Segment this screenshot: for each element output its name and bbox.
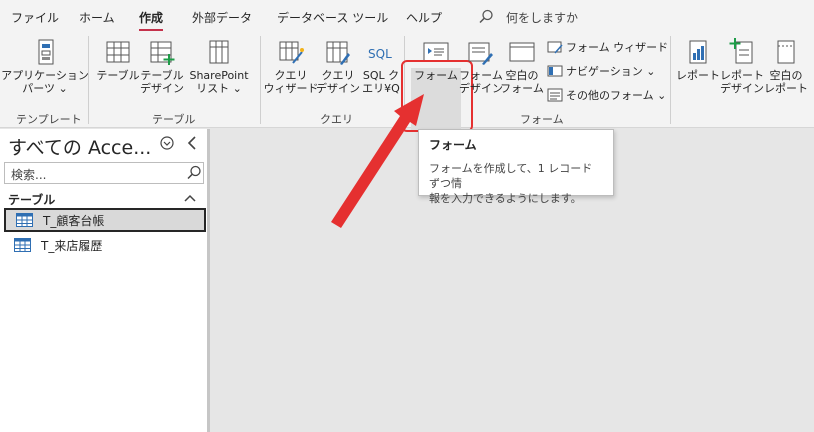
query-wizard-icon [279, 41, 304, 64]
report-design-button[interactable]: レポート デザイン [720, 38, 764, 95]
table-icon [14, 238, 31, 252]
more-forms-label: その他のフォーム ⌄ [566, 89, 667, 102]
nav-pane-title[interactable]: すべての Acce... [8, 133, 151, 160]
tooltip-description-2: 報を入力できるようにします。 [429, 192, 582, 205]
query-design-label-1: クエリ [321, 69, 355, 82]
blank-form-label-1: 空白の [505, 69, 539, 82]
sql-query-label-1: SQL ク [362, 69, 400, 82]
form-wizard-button[interactable]: フォーム ウィザード [547, 39, 668, 55]
form-design-label-1: フォーム [459, 69, 503, 82]
tooltip-title: フォーム [429, 138, 477, 152]
navigation-button[interactable]: ナビゲーション ⌄ [547, 63, 656, 79]
ribbon-create: アプリケーション パーツ ⌄ テンプレート テーブル テーブル デザイン Sha… [0, 32, 814, 132]
sharepoint-list-icon [209, 40, 229, 64]
nav-group-tables[interactable]: テーブル [8, 191, 55, 208]
sql-query-label-2: エリ¥Q [362, 82, 400, 95]
form-wizard-label: フォーム ウィザード [566, 41, 669, 54]
table-design-label-2: デザイン [140, 82, 184, 95]
table-design-button[interactable]: テーブル デザイン [140, 38, 184, 95]
table-label: テーブル [96, 69, 140, 82]
group-label-tables: テーブル [152, 113, 196, 126]
table-icon [106, 41, 130, 63]
blank-report-button[interactable]: 空白の レポート [764, 38, 808, 95]
more-forms-icon [547, 88, 563, 102]
group-separator [260, 36, 261, 124]
form-wizard-icon [547, 41, 563, 54]
application-parts-label-2: パーツ ⌄ [22, 82, 68, 95]
search-icon[interactable] [478, 9, 494, 25]
nav-search-input[interactable]: 検索... [4, 162, 204, 184]
tooltip-description-1: フォームを作成して、1 レコードずつ情 [429, 162, 593, 190]
blank-form-button[interactable]: 空白の フォーム [500, 38, 544, 95]
tab-external-data[interactable]: 外部データ [192, 9, 252, 26]
table-button[interactable]: テーブル [96, 38, 140, 82]
form-design-icon [468, 42, 493, 65]
report-button[interactable]: レポート [676, 38, 720, 82]
query-wizard-button[interactable]: クエリ ウィザード [263, 38, 319, 95]
chevron-up-icon[interactable] [184, 193, 196, 203]
application-parts-button[interactable]: アプリケーション パーツ ⌄ [1, 38, 89, 95]
report-label: レポート [676, 69, 720, 82]
report-design-label-2: デザイン [720, 82, 764, 95]
blank-form-icon [509, 42, 535, 62]
tab-database-tools[interactable]: データベース ツール [277, 9, 388, 26]
form-design-label-2: デザイン [459, 82, 503, 95]
sharepoint-list-button[interactable]: SharePoint リスト ⌄ [186, 38, 252, 95]
query-design-icon [326, 41, 350, 65]
report-icon [689, 40, 707, 64]
group-label-queries: クエリ [320, 113, 353, 126]
tab-home[interactable]: ホーム [79, 9, 115, 26]
nav-item-label: T_顧客台帳 [43, 213, 105, 228]
nav-item-t-customer-ledger[interactable]: T_顧客台帳 [4, 208, 206, 232]
group-label-templates: テンプレート [16, 113, 82, 126]
nav-item-label: T_来店履歴 [41, 238, 103, 253]
blank-report-label-1: 空白の [769, 69, 803, 82]
blank-report-label-2: レポート [764, 82, 808, 95]
ribbon-tab-bar: ファイル ホーム 作成 外部データ データベース ツール ヘルプ 何をしますか [0, 0, 814, 32]
group-separator [670, 36, 671, 124]
sharepoint-list-label-1: SharePoint [189, 69, 249, 82]
nav-pane-menu-icon[interactable] [160, 136, 174, 150]
form-tooltip: フォーム フォームを作成して、1 レコードずつ情 報を入力できるようにします。 [418, 129, 614, 205]
sharepoint-list-label-2: リスト ⌄ [196, 82, 242, 95]
sql-query-button[interactable]: SQL SQL ク エリ¥Q [360, 38, 402, 95]
sql-icon: SQL [368, 47, 392, 61]
tab-create[interactable]: 作成 [139, 9, 164, 31]
report-design-icon [729, 38, 753, 64]
table-design-label-1: テーブル [140, 69, 184, 82]
more-forms-button[interactable]: その他のフォーム ⌄ [547, 87, 666, 103]
table-icon [16, 213, 33, 227]
nav-collapse-icon[interactable] [186, 135, 198, 151]
application-parts-icon [38, 39, 54, 65]
tab-file[interactable]: ファイル [11, 9, 59, 26]
tell-me-box[interactable]: 何をしますか [506, 9, 578, 26]
group-separator [88, 36, 89, 124]
group-label-forms: フォーム [520, 113, 564, 126]
svg-text:SQL: SQL [368, 47, 392, 61]
application-parts-label-1: アプリケーション [1, 69, 89, 82]
table-design-icon [150, 41, 175, 65]
query-design-button[interactable]: クエリ デザイン [316, 38, 360, 95]
nav-item-t-visit-history[interactable]: T_来店履歴 [4, 233, 206, 257]
report-design-label-1: レポート [720, 69, 764, 82]
navigation-label: ナビゲーション ⌄ [566, 65, 656, 78]
query-wizard-label-1: クエリ [274, 69, 308, 82]
blank-form-label-2: フォーム [500, 82, 544, 95]
query-wizard-label-2: ウィザード [263, 82, 319, 95]
form-design-button[interactable]: フォーム デザイン [459, 38, 503, 95]
query-design-label-2: デザイン [316, 82, 360, 95]
tab-help[interactable]: ヘルプ [406, 9, 442, 26]
blank-report-icon [777, 40, 795, 64]
search-icon[interactable] [186, 165, 202, 181]
navigation-pane: すべての Acce... 検索... テーブル T_顧客台帳 T_来店履歴 [0, 129, 210, 432]
navigation-icon [547, 65, 563, 77]
